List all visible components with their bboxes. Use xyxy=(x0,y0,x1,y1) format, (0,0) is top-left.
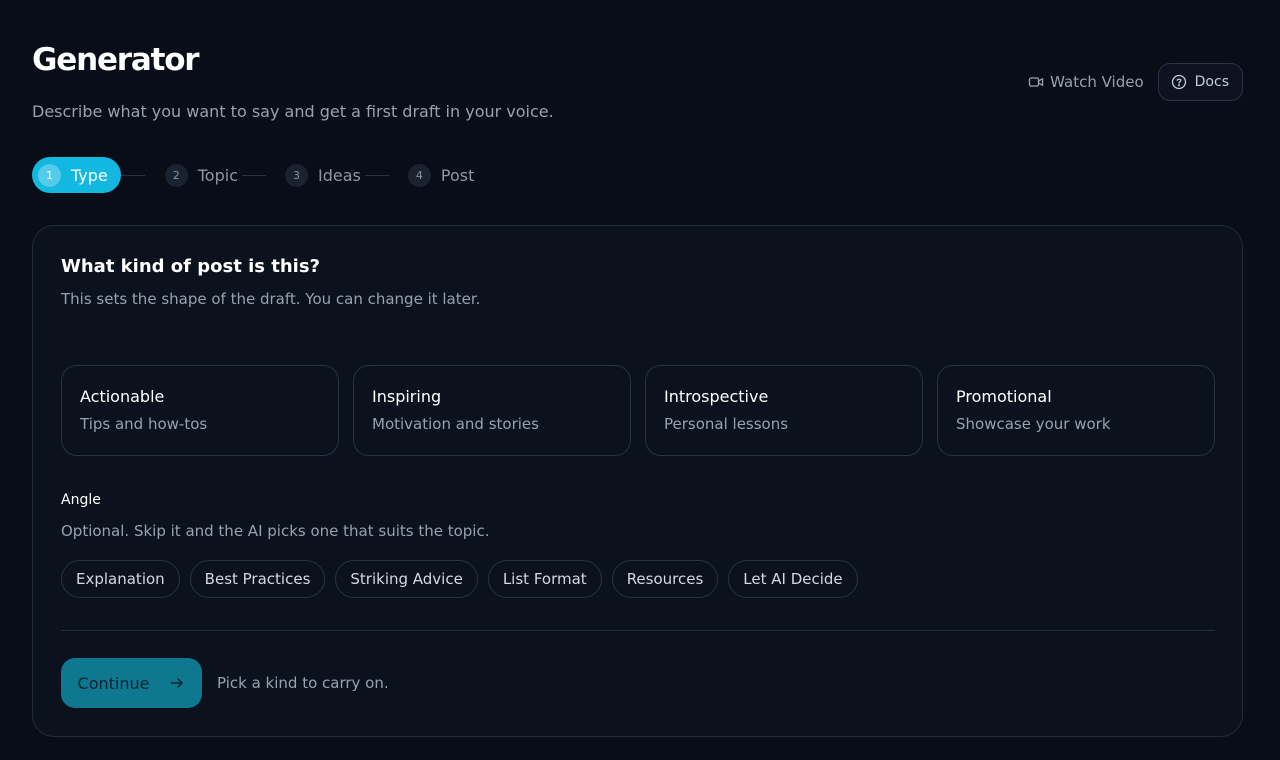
generator-page: Generator Describe what you want to say … xyxy=(0,0,1280,760)
step-number: 1 xyxy=(38,163,61,187)
kind-description: Personal lessons xyxy=(664,415,789,433)
kind-option-introspective[interactable]: Introspective Personal lessons xyxy=(645,365,923,456)
kind-title: Introspective xyxy=(664,387,769,406)
angle-label: Angle xyxy=(61,492,101,508)
angle-chip-explanation[interactable]: Explanation xyxy=(61,560,180,598)
step-connector xyxy=(364,174,389,176)
angle-chip-let-ai-decide[interactable]: Let AI Decide xyxy=(728,560,858,598)
continue-label: Continue xyxy=(77,673,150,693)
post-type-card: What kind of post is this? This sets the… xyxy=(32,225,1243,737)
step-label: Topic xyxy=(197,165,238,185)
kind-option-inspiring[interactable]: Inspiring Motivation and stories xyxy=(353,365,631,456)
step-number: 3 xyxy=(285,163,308,187)
card-subtitle: This sets the shape of the draft. You ca… xyxy=(61,290,481,308)
continue-hint: Pick a kind to carry on. xyxy=(217,674,389,692)
kind-description: Motivation and stories xyxy=(372,415,539,433)
docs-label: Docs xyxy=(1194,74,1229,90)
angle-chips: Explanation Best Practices Striking Advi… xyxy=(61,560,858,598)
kind-title: Promotional xyxy=(956,387,1052,406)
step-connector xyxy=(120,174,145,176)
kind-option-promotional[interactable]: Promotional Showcase your work xyxy=(937,365,1215,456)
angle-chip-list-format[interactable]: List Format xyxy=(487,560,602,598)
arrow-right-icon xyxy=(169,675,185,691)
step-label: Type xyxy=(71,165,108,185)
kind-description: Tips and how-tos xyxy=(80,415,208,433)
step-topic[interactable]: 2 Topic xyxy=(164,157,238,193)
stepper: 1 Type 2 Topic 3 Ideas 4 Post xyxy=(32,157,474,193)
header-actions: Watch Video Docs xyxy=(1028,63,1243,101)
kind-title: Inspiring xyxy=(372,387,442,406)
continue-button[interactable]: Continue xyxy=(61,658,202,708)
card-divider xyxy=(61,630,1215,631)
step-post[interactable]: 4 Post xyxy=(407,157,475,193)
post-kind-options: Actionable Tips and how-tos Inspiring Mo… xyxy=(61,365,1215,456)
step-number: 2 xyxy=(164,163,188,187)
kind-description: Showcase your work xyxy=(956,415,1111,433)
kind-option-actionable[interactable]: Actionable Tips and how-tos xyxy=(61,365,339,456)
help-circle-icon xyxy=(1171,74,1187,90)
page-subtitle: Describe what you want to say and get a … xyxy=(32,102,554,121)
step-label: Ideas xyxy=(318,165,361,185)
step-connector xyxy=(242,174,266,176)
step-type[interactable]: 1 Type xyxy=(32,157,121,193)
angle-description: Optional. Skip it and the AI picks one t… xyxy=(61,522,490,540)
angle-chip-best-practices[interactable]: Best Practices xyxy=(189,560,326,598)
page-title: Generator xyxy=(32,42,200,78)
step-label: Post xyxy=(440,165,475,185)
docs-button[interactable]: Docs xyxy=(1157,63,1243,101)
watch-video-label: Watch Video xyxy=(1050,73,1144,91)
watch-video-link[interactable]: Watch Video xyxy=(1028,73,1144,91)
card-title: What kind of post is this? xyxy=(61,256,320,277)
step-number: 4 xyxy=(407,163,431,187)
video-camera-icon xyxy=(1028,74,1044,90)
step-ideas[interactable]: 3 Ideas xyxy=(285,157,361,193)
angle-chip-striking-advice[interactable]: Striking Advice xyxy=(335,560,478,598)
angle-chip-resources[interactable]: Resources xyxy=(611,560,719,598)
kind-title: Actionable xyxy=(80,387,165,406)
